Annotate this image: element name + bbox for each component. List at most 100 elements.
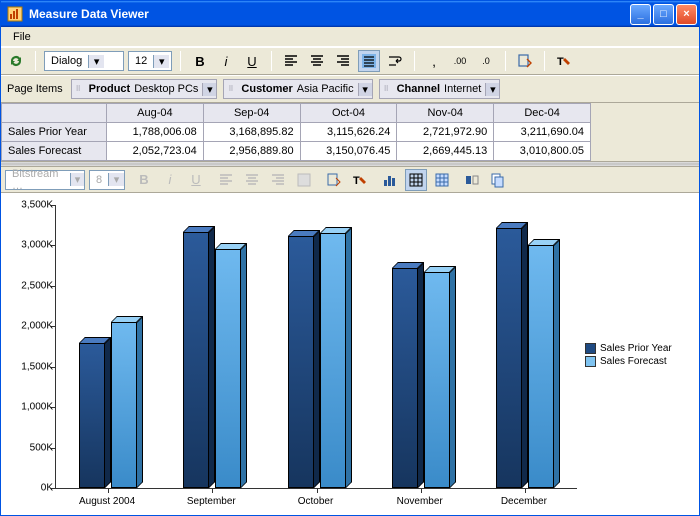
chart-plot: 0K500K1,000K1,500K2,000K2,500K3,000K3,50… [7,199,581,511]
x-tick-label: October [298,496,334,507]
format-options-icon [517,53,533,69]
chevron-down-icon: ▾ [70,173,84,186]
decimal-sep-button[interactable]: ‚ [423,50,445,72]
italic-icon: i [225,54,228,69]
legend-toggle-button[interactable] [461,169,483,191]
data-cell[interactable]: 2,052,723.04 [107,142,204,161]
column-header[interactable]: Oct-04 [300,104,397,123]
x-tick-label: September [187,496,236,507]
format-options-icon [326,172,342,188]
increase-decimal-button[interactable]: .00 [449,50,471,72]
x-tick-mark [525,488,526,493]
format-options-button[interactable] [514,50,536,72]
svg-text:T: T [353,175,360,187]
chart-format-options-button[interactable] [323,169,345,191]
refresh-button[interactable] [5,50,27,72]
x-tick-label: December [501,496,547,507]
bold-button[interactable]: B [189,50,211,72]
chart-toolbar: Bitstream … ▾ 8 ▾ B i U T [1,167,699,193]
data-table: Aug-04Sep-04Oct-04Nov-04Dec-04 Sales Pri… [1,103,591,161]
align-right-icon [335,53,351,69]
decrease-decimal-button[interactable]: .0 [475,50,497,72]
row-header[interactable]: Sales Forecast [2,142,107,161]
close-button[interactable]: × [676,4,697,25]
x-tick-mark [317,488,318,493]
copy-chart-button[interactable] [487,169,509,191]
italic-icon: i [169,172,172,187]
grid-icon [434,172,450,188]
y-tick-label: 1,000K [7,402,53,413]
data-cell[interactable]: 3,211,690.04 [494,123,591,142]
menu-bar: File [1,27,699,47]
inc-decimal-icon: .00 [454,56,467,66]
row-header[interactable]: Sales Prior Year [2,123,107,142]
page-items-label: Page Items [7,83,63,95]
show-chart-button[interactable] [379,169,401,191]
chart-font-size-select: 8 ▾ [89,170,125,190]
x-tick-mark [108,488,109,493]
underline-icon: U [247,54,256,69]
data-cell[interactable]: 2,721,972.90 [397,123,494,142]
column-header[interactable]: Aug-04 [107,104,204,123]
chart-tools-button[interactable]: T [349,169,371,191]
x-tick-label: August 2004 [79,496,135,507]
data-cell[interactable]: 1,788,006.08 [107,123,204,142]
column-header[interactable]: Sep-04 [203,104,300,123]
page-item-channel[interactable]: ⠿ Channel Internet ▾ [379,79,501,99]
y-tick-label: 2,500K [7,280,53,291]
align-right-icon [270,172,286,188]
app-icon [7,6,23,22]
maximize-button[interactable]: □ [653,4,674,25]
legend-label: Sales Prior Year [600,343,672,354]
chart-font-family-value: Bitstream … [6,168,70,192]
align-left-icon [283,53,299,69]
show-table-button[interactable] [405,169,427,191]
font-family-select[interactable]: Dialog ▾ [44,51,124,71]
underline-button[interactable]: U [241,50,263,72]
x-tick-mark [212,488,213,493]
data-cell[interactable]: 3,150,076.45 [300,142,397,161]
font-family-value: Dialog [45,55,88,67]
align-left-icon [218,172,234,188]
tools-button[interactable]: T [553,50,575,72]
x-tick-mark [421,488,422,493]
data-cell[interactable]: 2,669,445.13 [397,142,494,161]
column-header[interactable]: Dec-04 [494,104,591,123]
data-cell[interactable]: 3,168,895.82 [203,123,300,142]
dec-decimal-icon: .0 [482,56,490,66]
italic-button[interactable]: i [215,50,237,72]
chevron-down-icon: ▾ [88,55,104,68]
page-item-dim: Channel [397,83,440,95]
align-center-button[interactable] [306,50,328,72]
align-right-button[interactable] [332,50,354,72]
font-size-select[interactable]: 12 ▾ [128,51,172,71]
page-item-product[interactable]: ⠿ Product Desktop PCs ▾ [71,79,218,99]
chart-legend: Sales Prior Year Sales Forecast [581,199,691,511]
legend-swatch-icon [585,343,596,354]
page-item-customer[interactable]: ⠿ Customer Asia Pacific ▾ [223,79,372,99]
show-grid-button[interactable] [431,169,453,191]
chart-font-family-select: Bitstream … ▾ [5,170,85,190]
chart-italic-button: i [159,169,181,191]
y-tick-label: 1,500K [7,361,53,372]
chevron-down-icon: ▾ [153,55,169,68]
data-cell[interactable]: 3,010,800.05 [494,142,591,161]
align-left-button[interactable] [280,50,302,72]
column-header[interactable]: Nov-04 [397,104,494,123]
page-item-val: Internet [444,83,481,95]
wrap-icon [387,53,403,69]
minimize-button[interactable]: _ [630,4,651,25]
data-cell[interactable]: 2,956,889.80 [203,142,300,161]
chart-font-size-value: 8 [90,174,108,186]
page-item-val: Desktop PCs [134,83,198,95]
data-table-area: Aug-04Sep-04Oct-04Nov-04Dec-04 Sales Pri… [1,103,699,161]
table-row: Sales Prior Year1,788,006.083,168,895.82… [2,123,591,142]
tools-icon: T [556,53,572,69]
chart-underline-button: U [185,169,207,191]
page-item-dim: Product [89,83,131,95]
refresh-icon [8,53,24,69]
file-menu[interactable]: File [7,29,37,45]
data-cell[interactable]: 3,115,626.24 [300,123,397,142]
align-justify-button[interactable] [358,50,380,72]
wrap-text-button[interactable] [384,50,406,72]
